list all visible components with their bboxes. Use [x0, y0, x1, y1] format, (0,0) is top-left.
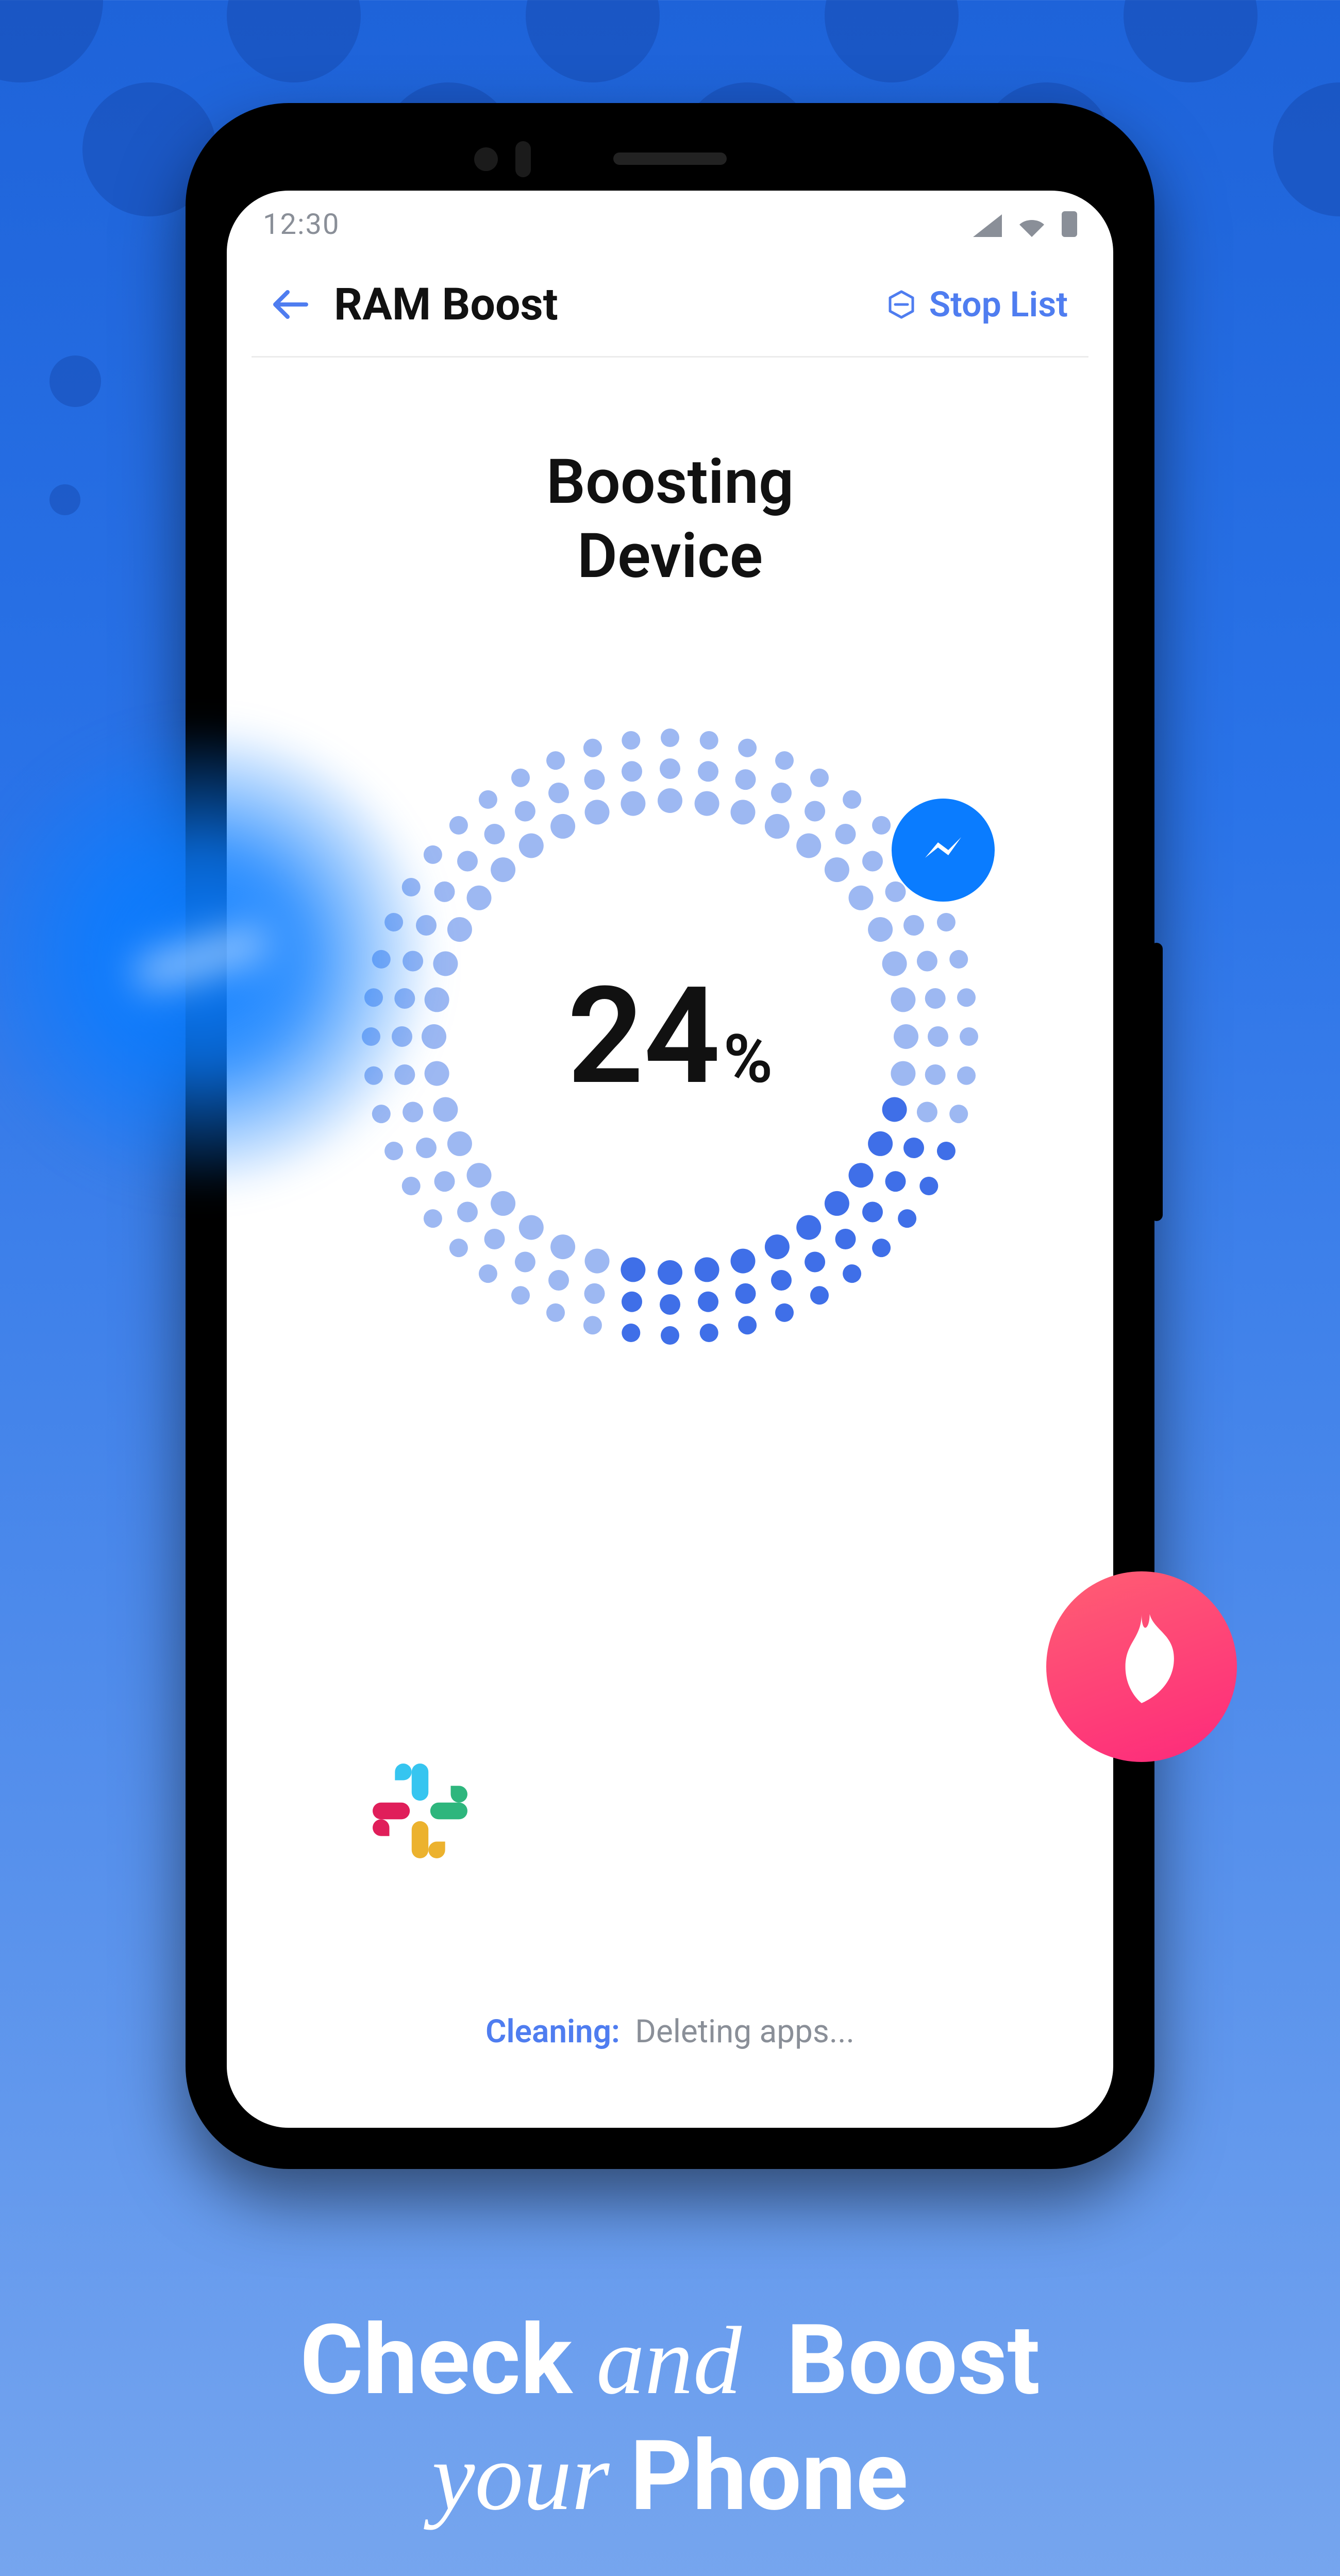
bg-dot [49, 355, 101, 407]
bg-dot [825, 0, 959, 82]
stop-list-button[interactable]: Stop List [887, 284, 1068, 325]
boost-heading: Boosting Device [227, 358, 1113, 624]
slack-icon [361, 1752, 479, 1870]
phone-sensor [515, 141, 531, 177]
marketing-tagline: Check and Boost yourPhone [0, 2302, 1340, 2535]
phone-screen: 12:30 RAM Boost Stop L [227, 191, 1113, 2128]
battery-icon [1062, 211, 1077, 237]
page-title: RAM Boost [334, 278, 558, 330]
bg-dot [526, 0, 660, 82]
status-icons [973, 211, 1077, 237]
wifi-icon [1015, 214, 1048, 237]
app-bar: RAM Boost Stop List [252, 258, 1088, 358]
tinder-icon [1046, 1571, 1237, 1762]
bg-dot [1124, 0, 1258, 82]
tagline-word: Phone [630, 2419, 909, 2533]
boost-heading-line1: Boosting [258, 445, 1082, 519]
status-time: 12:30 [263, 207, 340, 241]
signal-icon [973, 214, 1002, 237]
tagline-word: your [432, 2422, 610, 2530]
status-bar: 12:30 [227, 191, 1113, 258]
phone-camera [474, 147, 498, 171]
bg-dot [0, 0, 103, 82]
cleaning-label: Cleaning: [485, 2013, 620, 2050]
shield-hex-icon [887, 290, 916, 319]
bg-dot [227, 0, 361, 82]
phone-speaker [613, 152, 727, 165]
tagline-word: and [596, 2307, 742, 2414]
bg-dot [49, 484, 80, 515]
stop-list-label: Stop List [929, 284, 1068, 325]
progress-value: 24 [567, 958, 721, 1115]
bg-dot [1273, 82, 1340, 216]
messenger-icon [892, 799, 995, 902]
cleaning-text: Deleting apps... [635, 2013, 855, 2050]
tagline-word: Check [300, 2303, 572, 2417]
tagline-word: Boost [786, 2303, 1040, 2417]
phone-side-button [1150, 943, 1163, 1221]
cleaning-status: Cleaning: Deleting apps... [227, 2013, 1113, 2050]
back-icon[interactable] [272, 289, 308, 320]
progress-unit: % [724, 1020, 773, 1098]
boost-heading-line2: Device [258, 519, 1082, 594]
